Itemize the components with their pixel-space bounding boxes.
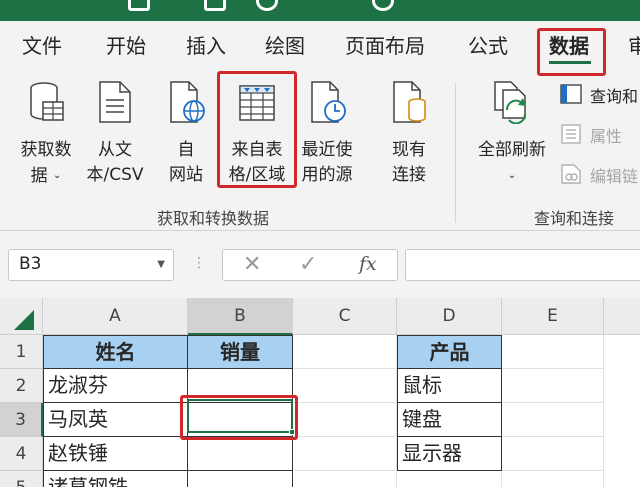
cell-d1[interactable]: 产品 xyxy=(397,335,502,369)
cell-e4[interactable] xyxy=(502,437,604,471)
cell-e1[interactable] xyxy=(502,335,604,369)
row-header-5[interactable]: 5 xyxy=(0,471,43,487)
tab-formulas[interactable]: 公式 xyxy=(468,33,508,59)
column-header-b[interactable]: B xyxy=(188,298,293,335)
autosave-icon[interactable] xyxy=(128,0,150,11)
from-table-highlight xyxy=(217,71,297,188)
row-header-4[interactable]: 4 xyxy=(0,437,43,471)
tab-page-layout[interactable]: 页面布局 xyxy=(345,33,425,59)
worksheet: A B C D E 1 2 3 4 5 姓名 销量 产品 龙淑芬 鼠标 马凤英 … xyxy=(0,298,640,487)
from-text-label-line1: 从文 xyxy=(98,140,132,160)
insert-function-icon[interactable]: fx xyxy=(359,253,377,275)
text-file-icon xyxy=(99,81,131,123)
group-separator xyxy=(455,83,456,223)
from-text-csv-button[interactable]: 从文 本/CSV xyxy=(82,80,148,190)
database-table-icon xyxy=(30,82,64,121)
column-header-f[interactable] xyxy=(604,298,640,335)
from-web-label-line2: 网站 xyxy=(169,165,203,185)
name-box-value: B3 xyxy=(19,254,42,274)
row-header-2[interactable]: 2 xyxy=(0,369,43,403)
cell-d3[interactable]: 键盘 xyxy=(397,402,502,437)
cell-d4[interactable]: 显示器 xyxy=(397,436,502,471)
chevron-down-icon[interactable]: ▼ xyxy=(157,259,165,270)
chevron-down-icon: ⌄ xyxy=(507,170,517,181)
ribbon: 获取数 据 ⌄ 从文 本/CSV 自 网站 来自表 格/区域 最近使 用的源 现… xyxy=(0,71,640,231)
formula-bar: B3 ▼ ⋮ ✕ ✓ fx xyxy=(0,231,640,298)
cell-e5[interactable] xyxy=(502,471,604,487)
recent-sources-label-line2: 用的源 xyxy=(301,165,353,185)
formula-bar-grip-icon[interactable]: ⋮ xyxy=(192,255,206,271)
queries-connections-label: 查询和 xyxy=(590,87,639,106)
tab-draw[interactable]: 绘图 xyxy=(265,33,305,59)
tab-home[interactable]: 开始 xyxy=(106,33,146,59)
existing-connections-button[interactable]: 现有 连接 xyxy=(376,80,442,190)
cell-b5[interactable] xyxy=(187,470,293,487)
get-data-label-line1: 获取数 xyxy=(20,140,72,160)
cell-a3[interactable]: 马凤英 xyxy=(43,402,188,437)
from-web-button[interactable]: 自 网站 xyxy=(153,80,219,190)
column-header-a[interactable]: A xyxy=(43,298,188,335)
formula-buttons: ✕ ✓ fx xyxy=(222,249,398,281)
cell-d5[interactable] xyxy=(397,471,502,487)
refresh-all-label: 全部刷新 xyxy=(478,140,546,160)
row-header-3[interactable]: 3 xyxy=(0,403,43,437)
cell-a1[interactable]: 姓名 xyxy=(43,335,188,369)
formula-input[interactable] xyxy=(405,249,640,281)
title-bar xyxy=(0,0,640,21)
properties-icon xyxy=(561,124,581,144)
recent-sources-icon xyxy=(311,81,346,123)
column-header-d[interactable]: D xyxy=(397,298,502,335)
recent-sources-button[interactable]: 最近使 用的源 xyxy=(294,80,360,190)
chevron-down-icon: ⌄ xyxy=(53,170,62,181)
cell-a4[interactable]: 赵铁锤 xyxy=(43,436,188,471)
select-all-triangle-icon xyxy=(14,310,34,330)
cell-a2[interactable]: 龙淑芬 xyxy=(43,368,188,403)
queries-connections-icon xyxy=(560,84,582,104)
cell-c2[interactable] xyxy=(293,369,397,403)
cell-e2[interactable] xyxy=(502,369,604,403)
cell-b4[interactable] xyxy=(187,436,293,471)
cell-c1[interactable] xyxy=(293,335,397,369)
cell-c3[interactable] xyxy=(293,403,397,437)
properties-label: 属性 xyxy=(590,127,623,146)
web-globe-icon xyxy=(170,81,205,123)
existing-connections-label-line1: 现有 xyxy=(392,140,426,160)
group-label-get-transform: 获取和转换数据 xyxy=(157,209,270,228)
cancel-icon[interactable]: ✕ xyxy=(243,252,261,277)
save-icon[interactable] xyxy=(204,0,226,11)
selected-cell-highlight xyxy=(180,395,298,440)
from-web-label-line1: 自 xyxy=(177,140,195,160)
cell-e3[interactable] xyxy=(502,403,604,437)
get-data-button[interactable]: 获取数 据 ⌄ xyxy=(13,80,79,190)
existing-connections-icon xyxy=(393,81,426,123)
refresh-all-icon xyxy=(494,81,527,124)
column-header-e[interactable]: E xyxy=(502,298,604,335)
tab-insert[interactable]: 插入 xyxy=(186,33,226,59)
from-text-label-line2: 本/CSV xyxy=(86,165,144,185)
refresh-all-button[interactable]: 全部刷新 ⌄ xyxy=(470,80,554,190)
cell-c5[interactable] xyxy=(293,471,397,487)
enter-icon[interactable]: ✓ xyxy=(299,252,317,277)
column-header-c[interactable]: C xyxy=(293,298,397,335)
recent-sources-label-line1: 最近使 xyxy=(301,140,353,160)
get-data-label-line2: 据 xyxy=(30,166,48,186)
cell-b1[interactable]: 销量 xyxy=(187,335,293,369)
row-header-1[interactable]: 1 xyxy=(0,335,43,369)
cell-d2[interactable]: 鼠标 xyxy=(397,368,502,403)
redo-icon[interactable] xyxy=(372,0,394,11)
undo-icon[interactable] xyxy=(256,0,278,11)
cell-a5[interactable]: 诸葛钢铁 xyxy=(43,470,188,487)
ribbon-tabs: 文件 开始 插入 绘图 页面布局 公式 数据 审 xyxy=(0,21,640,77)
cell-c4[interactable] xyxy=(293,437,397,471)
group-label-queries: 查询和连接 xyxy=(534,209,615,228)
existing-connections-label-line2: 连接 xyxy=(392,165,426,185)
select-all-button[interactable] xyxy=(0,298,43,335)
name-box[interactable]: B3 ▼ xyxy=(8,249,174,281)
edit-links-icon xyxy=(561,164,581,184)
tab-review[interactable]: 审 xyxy=(628,33,640,59)
edit-links-label: 编辑链 xyxy=(590,167,639,186)
tab-file[interactable]: 文件 xyxy=(22,33,62,59)
data-tab-highlight xyxy=(537,28,606,76)
